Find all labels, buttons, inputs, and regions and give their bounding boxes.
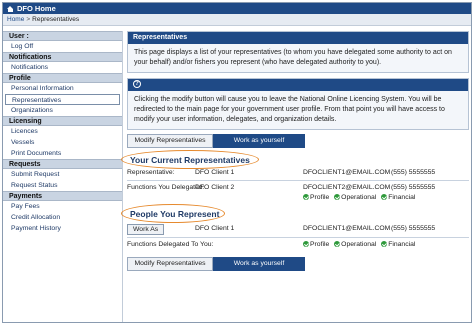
app-window: DFO Home Home > Representatives User : Log… <box>2 2 472 323</box>
people-you-represent-heading: People You Represent <box>121 204 469 223</box>
work-as-yourself-button[interactable]: Work as yourself <box>213 134 305 148</box>
sidebar-item-personal-information[interactable]: Personal Information <box>3 83 122 94</box>
main-content: Representatives This page displays a lis… <box>121 31 469 322</box>
work-as-button[interactable]: Work As <box>127 223 165 236</box>
check-icon <box>303 241 309 247</box>
sidebar-item-licences[interactable]: Licences <box>3 126 122 137</box>
sidebar-item-organizations[interactable]: Organizations <box>3 105 122 116</box>
sidebar-heading-user: User : <box>3 31 122 41</box>
top-button-row: Modify Representatives Work as yourself <box>127 134 469 148</box>
permission-financial: Financial <box>381 240 415 250</box>
intro-panel: Representatives This page displays a lis… <box>127 31 469 73</box>
modify-representatives-button[interactable]: Modify Representatives <box>127 134 213 148</box>
check-icon <box>381 241 388 247</box>
check-icon <box>334 241 341 247</box>
represented-email: DFOCLIENT1@EMAIL.COM <box>303 225 391 232</box>
breadcrumb: Home > Representatives <box>3 14 471 26</box>
sidebar-heading-payments: Payments <box>3 191 122 201</box>
info-panel: ? Clicking the modify button will cause … <box>127 78 469 130</box>
sidebar: User : Log Off Notifications Notificatio… <box>3 31 123 322</box>
sidebar-item-payment-history[interactable]: Payment History <box>3 223 122 234</box>
permission-profile: Profile <box>303 193 329 203</box>
home-icon[interactable] <box>7 6 14 12</box>
sidebar-item-credit-allocation[interactable]: Credit Allocation <box>3 212 122 223</box>
functions-delegated-to-you-label: Functions Delegated To You: <box>127 241 214 248</box>
check-icon <box>381 194 388 200</box>
breadcrumb-home[interactable]: Home <box>7 16 24 23</box>
representative-label: Representative: <box>127 169 175 176</box>
representative-email: DFOCLIENT1@EMAIL.COM <box>303 169 391 176</box>
sidebar-item-notifications[interactable]: Notifications <box>3 62 122 73</box>
info-icon: ? <box>133 80 141 89</box>
divider <box>127 237 469 238</box>
representative-name: DFO Client 1 <box>195 169 235 176</box>
info-panel-header: ? <box>128 79 468 91</box>
sidebar-item-pay-fees[interactable]: Pay Fees <box>3 201 122 212</box>
check-icon <box>303 194 309 200</box>
sidebar-item-vessels[interactable]: Vessels <box>3 137 122 148</box>
sidebar-item-log-off[interactable]: Log Off <box>3 41 122 52</box>
functions-delegated-label: Functions You Delegated: <box>127 184 205 191</box>
represented-person-row: Work As DFO Client 1 DFOCLIENT1@EMAIL.CO… <box>127 222 469 235</box>
sidebar-heading-licensing: Licensing <box>3 116 122 126</box>
sidebar-heading-profile: Profile <box>3 73 122 83</box>
representative-name: DFO Client 2 <box>195 184 235 191</box>
sidebar-item-representatives[interactable]: Representatives <box>5 94 120 105</box>
highlight-oval <box>121 204 225 223</box>
representative-phone: (555) 5555555 <box>391 169 436 176</box>
permission-operational: Operational <box>334 240 376 250</box>
info-text: Clicking the modify button will cause yo… <box>134 96 445 123</box>
represented-name: DFO Client 1 <box>195 225 235 232</box>
work-as-yourself-button[interactable]: Work as yourself <box>213 257 305 271</box>
represented-phone: (555) 5555555 <box>391 225 436 232</box>
permission-financial: Financial <box>381 193 415 203</box>
highlight-oval <box>121 150 259 169</box>
representative-row-2: Functions You Delegated: DFO Client 2 DF… <box>127 183 469 193</box>
breadcrumb-current: Representatives <box>32 16 80 23</box>
delegated-to-you-functions: Profile Operational Financial <box>303 240 418 250</box>
intro-text: This page displays a list of your repres… <box>134 49 452 66</box>
representative-email: DFOCLIENT2@EMAIL.COM <box>303 184 391 191</box>
page-title: Representatives <box>128 32 468 44</box>
permission-operational: Operational <box>334 193 376 203</box>
representative-row-1: Representative: DFO Client 1 DFOCLIENT1@… <box>127 168 469 178</box>
sidebar-item-submit-request[interactable]: Submit Request <box>3 169 122 180</box>
sidebar-item-request-status[interactable]: Request Status <box>3 180 122 191</box>
bottom-button-row: Modify Representatives Work as yourself <box>127 257 469 271</box>
app-title[interactable]: DFO Home <box>17 4 56 13</box>
functions-delegated-to-you-row: Functions Delegated To You: Profile Oper… <box>127 240 469 250</box>
title-bar: DFO Home <box>3 3 471 14</box>
permission-profile: Profile <box>303 240 329 250</box>
divider <box>127 180 469 181</box>
modify-representatives-button[interactable]: Modify Representatives <box>127 257 213 271</box>
sidebar-heading-notifications: Notifications <box>3 52 122 62</box>
representative-phone: (555) 5555555 <box>391 184 436 191</box>
sidebar-heading-requests: Requests <box>3 159 122 169</box>
current-representatives-heading: Your Current Representatives <box>121 150 469 169</box>
check-icon <box>334 194 341 200</box>
delegated-functions-row: Profile Operational Financial <box>127 193 469 203</box>
sidebar-item-print-documents[interactable]: Print Documents <box>3 148 122 159</box>
delegated-functions: Profile Operational Financial <box>303 193 418 203</box>
breadcrumb-separator: > <box>26 16 31 23</box>
